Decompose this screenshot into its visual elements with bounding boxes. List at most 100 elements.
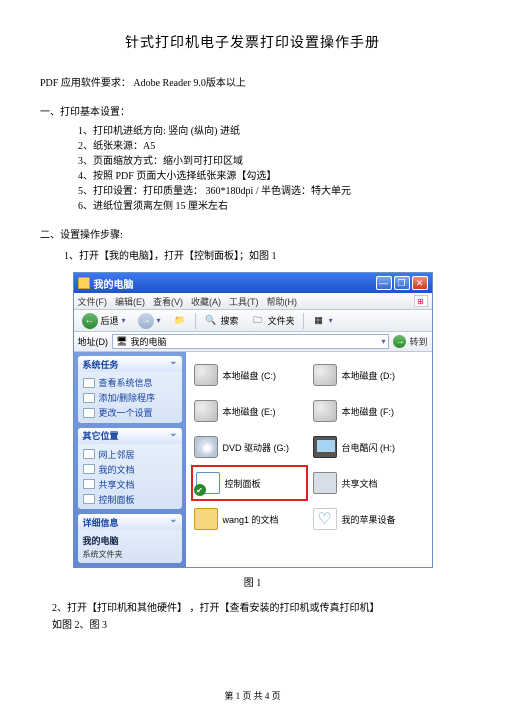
pc-icon: 🖥 — [116, 336, 127, 347]
search-button[interactable]: 🔍搜索 — [200, 313, 243, 329]
app-icon — [78, 277, 90, 289]
detail-title: 我的电脑 — [83, 533, 177, 548]
settings-icon — [83, 408, 95, 418]
folder-item[interactable]: ♡我的苹果设备 — [313, 504, 424, 534]
setting-item: 4、按照 PDF 页面大小选择纸张来源【勾选】 — [78, 169, 465, 184]
folder-item[interactable]: wang1 的文档 — [194, 504, 305, 534]
address-label: 地址(D) — [78, 335, 109, 348]
sidebar-link[interactable]: 我的文档 — [83, 462, 177, 477]
shared-icon — [83, 479, 95, 489]
cpanel-icon — [83, 494, 95, 504]
addremove-icon — [83, 393, 95, 403]
panel-header[interactable]: 详细信息 — [78, 514, 182, 530]
content-area: 本地磁盘 (C:) 本地磁盘 (D:) 本地磁盘 (E:) 本地磁盘 (F:) … — [186, 352, 432, 567]
drive-item[interactable]: DVD 驱动器 (G:) — [194, 432, 305, 462]
search-label: 搜索 — [221, 314, 239, 327]
control-panel-icon — [196, 472, 220, 494]
pdf-req-value: Adobe Reader 9.0版本以上 — [131, 78, 246, 89]
pdf-requirement: PDF 应用软件要求： Adobe Reader 9.0版本以上 — [40, 74, 465, 89]
apple-device-icon: ♡ — [313, 508, 337, 530]
back-label: 后退 — [101, 314, 119, 327]
folder-up-icon: 📁 — [173, 314, 187, 328]
forward-icon: → — [138, 313, 154, 329]
shared-docs-icon — [313, 472, 337, 494]
panel-system-tasks: 系统任务 查看系统信息 添加/删除程序 更改一个设置 — [78, 356, 182, 423]
sidebar-link[interactable]: 更改一个设置 — [83, 405, 177, 420]
folders-button[interactable]: 🗀文件夹 — [247, 313, 299, 329]
sidebar-link[interactable]: 控制面板 — [83, 492, 177, 507]
up-button[interactable]: 📁 — [169, 313, 191, 329]
harddisk-icon — [194, 400, 218, 422]
menu-edit[interactable]: 编辑(E) — [115, 295, 145, 308]
sidebar-link[interactable]: 查看系统信息 — [83, 375, 177, 390]
harddisk-icon — [313, 400, 337, 422]
folders-label: 文件夹 — [268, 314, 295, 327]
menu-tools[interactable]: 工具(T) — [229, 295, 259, 308]
close-button[interactable]: ✕ — [412, 276, 428, 290]
back-icon: ← — [82, 313, 98, 329]
sidebar: 系统任务 查看系统信息 添加/删除程序 更改一个设置 其它位置 网上邻居 我的文… — [74, 352, 186, 567]
setting-item: 6、进纸位置须离左侧 15 厘米左右 — [78, 199, 465, 214]
sidebar-link[interactable]: 共享文档 — [83, 477, 177, 492]
setting-item: 3、页面缩放方式：缩小到可打印区域 — [78, 154, 465, 169]
page-footer: 第 1 页 共 4 页 — [0, 689, 505, 702]
figure-label: 图 1 — [40, 574, 465, 589]
drive-item[interactable]: 本地磁盘 (D:) — [313, 360, 424, 390]
folder-icon — [194, 508, 218, 530]
go-icon: → — [393, 335, 406, 348]
menu-file[interactable]: 文件(F) — [78, 295, 108, 308]
separator — [303, 313, 304, 329]
forward-button[interactable]: →▾ — [134, 312, 165, 330]
step-text: 2、打开【打印机和其他硬件】 ，打开【查看安装的打印机或传真打印机】 — [52, 599, 465, 614]
minimize-button[interactable]: — — [376, 276, 392, 290]
go-label: 转到 — [409, 335, 427, 348]
window-body: 系统任务 查看系统信息 添加/删除程序 更改一个设置 其它位置 网上邻居 我的文… — [74, 352, 432, 567]
go-button[interactable]: →转到 — [393, 335, 427, 348]
panel-header[interactable]: 其它位置 — [78, 428, 182, 444]
setting-item: 5、打印设置：打印质量选： 360*180dpi / 半色调选：特大单元 — [78, 184, 465, 199]
search-icon: 🔍 — [204, 314, 218, 328]
harddisk-icon — [313, 364, 337, 386]
panel-details: 详细信息 我的电脑 系统文件夹 — [78, 514, 182, 563]
info-icon — [83, 378, 95, 388]
menu-view[interactable]: 查看(V) — [153, 295, 183, 308]
menu-help[interactable]: 帮助(H) — [267, 295, 298, 308]
menubar: 文件(F) 编辑(E) 查看(V) 收藏(A) 工具(T) 帮助(H) ⊞ — [74, 293, 432, 310]
usb-icon — [313, 436, 337, 458]
basic-settings-list: 1、打印机进纸方向: 竖向 (纵向) 进纸 2、纸张来源：A5 3、页面缩放方式… — [78, 124, 465, 214]
folder-item[interactable]: 共享文档 — [313, 468, 424, 498]
pdf-req-label: PDF 应用软件要求： — [40, 78, 131, 89]
step-text: 如图 2、图 3 — [52, 616, 465, 631]
separator — [195, 313, 196, 329]
control-panel-item[interactable]: 控制面板 — [194, 468, 305, 498]
views-button[interactable]: ▦▾ — [308, 313, 337, 329]
windows-flag-icon: ⊞ — [414, 295, 428, 307]
setting-item: 2、纸张来源：A5 — [78, 139, 465, 154]
section-1-title: 一、打印基本设置： — [40, 103, 465, 118]
views-icon: ▦ — [312, 314, 326, 328]
harddisk-icon — [194, 364, 218, 386]
panel-other-places: 其它位置 网上邻居 我的文档 共享文档 控制面板 — [78, 428, 182, 510]
sidebar-link[interactable]: 网上邻居 — [83, 447, 177, 462]
toolbar: ←后退▾ →▾ 📁 🔍搜索 🗀文件夹 ▦▾ — [74, 310, 432, 332]
titlebar: 我的电脑 — ❐ ✕ — [74, 273, 432, 293]
page-title: 针式打印机电子发票打印设置操作手册 — [40, 32, 465, 52]
drive-item[interactable]: 本地磁盘 (F:) — [313, 396, 424, 426]
address-input[interactable]: 🖥 我的电脑 ▾ — [112, 334, 389, 349]
step-text: 1、打开【我的电脑】，打开【控制面板】；如图 1 — [64, 247, 465, 262]
window-title: 我的电脑 — [94, 276, 374, 291]
detail-subtitle: 系统文件夹 — [83, 549, 177, 560]
sidebar-link[interactable]: 添加/删除程序 — [83, 390, 177, 405]
setting-item: 1、打印机进纸方向: 竖向 (纵向) 进纸 — [78, 124, 465, 139]
menu-fav[interactable]: 收藏(A) — [191, 295, 221, 308]
network-icon — [83, 449, 95, 459]
back-button[interactable]: ←后退▾ — [78, 312, 130, 330]
drive-item[interactable]: 台电酷闪 (H:) — [313, 432, 424, 462]
maximize-button[interactable]: ❐ — [394, 276, 410, 290]
drive-item[interactable]: 本地磁盘 (E:) — [194, 396, 305, 426]
panel-header[interactable]: 系统任务 — [78, 356, 182, 372]
folders-icon: 🗀 — [251, 314, 265, 328]
dvd-icon — [194, 436, 218, 458]
docs-icon — [83, 464, 95, 474]
drive-item[interactable]: 本地磁盘 (C:) — [194, 360, 305, 390]
